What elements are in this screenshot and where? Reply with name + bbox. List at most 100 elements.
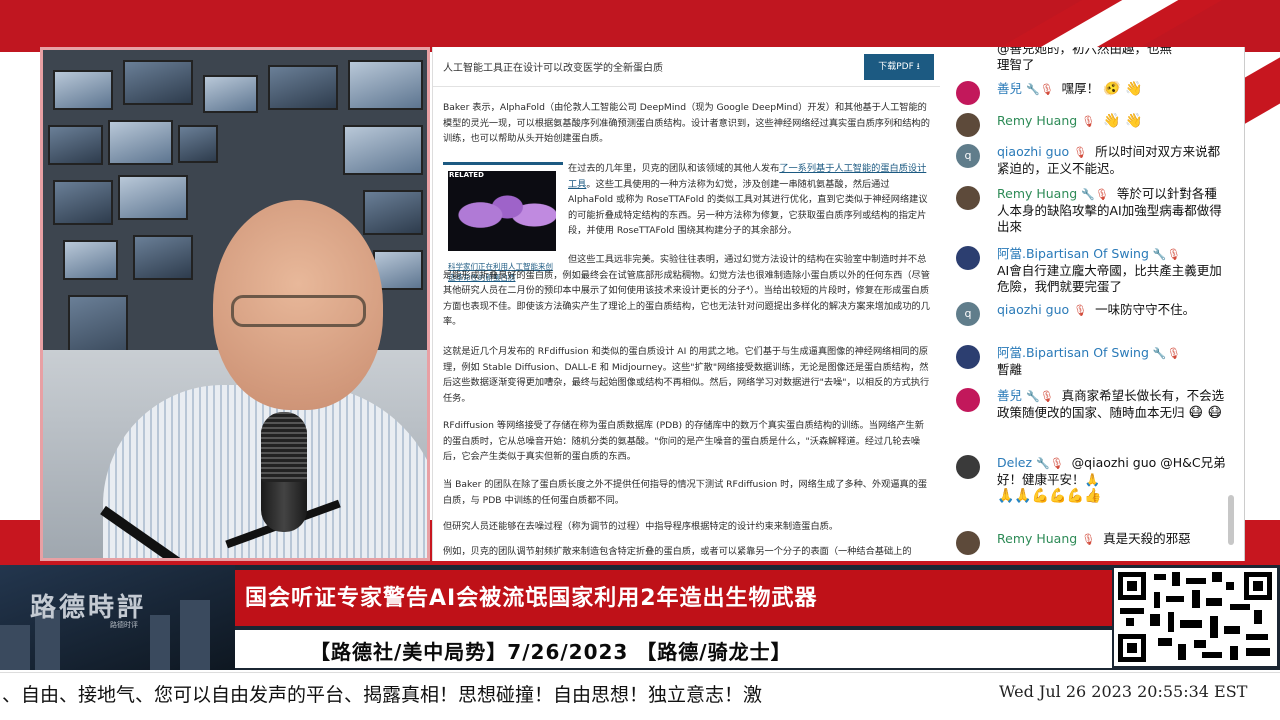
mic-badge-icon: 🎙 — [1073, 304, 1088, 317]
moderator-wrench-icon: 🔧 — [1081, 188, 1095, 201]
background-monitor — [348, 60, 423, 110]
avatar[interactable] — [956, 345, 980, 369]
avatar[interactable]: q — [956, 302, 980, 326]
avatar[interactable] — [956, 531, 980, 555]
emoji: 😷 😷 — [1188, 405, 1223, 421]
background-monitor — [203, 75, 258, 113]
qr-module — [1178, 644, 1186, 660]
background-monitor — [53, 180, 113, 225]
avatar[interactable] — [956, 186, 980, 210]
chat-username[interactable]: qiaozhi guo — [997, 144, 1069, 159]
qr-module — [1224, 626, 1240, 634]
chat-text: @qiaozhi guo @H&C兄弟好！健康平安！🙏 — [997, 455, 1226, 487]
mic-badge-icon: 🎙 — [1081, 115, 1096, 128]
mic-badge-icon: 🎙 — [1049, 457, 1064, 470]
article-paragraph: Baker 表示，AlphaFold（由伦敦人工智能公司 DeepMind（现为… — [443, 102, 930, 144]
avatar[interactable] — [956, 113, 980, 137]
qr-module — [1166, 596, 1184, 602]
broadcast-clock: Wed Jul 26 2023 20:55:34 EST — [999, 682, 1248, 701]
chat-text: AI會自行建立龐大帝國，比共產主義更加危險，我們就要完蛋了 — [997, 263, 1222, 294]
qr-module — [1154, 592, 1160, 608]
moderator-wrench-icon: 🔧 — [1036, 457, 1050, 470]
chat-text: @善兒她的，初六然由趣，也無 理智了 — [997, 47, 1229, 73]
chat-text-line: @善兒她的，初六然由趣，也無 — [997, 47, 1173, 56]
qr-module — [1206, 598, 1222, 606]
chat-username[interactable]: 善兒 — [997, 388, 1022, 403]
background-monitor — [268, 65, 338, 110]
qr-module — [1202, 652, 1222, 658]
qr-module — [1168, 612, 1174, 632]
chat-username[interactable]: 阿當.Bipartisan Of Swing — [997, 246, 1149, 261]
background-monitor — [343, 125, 423, 175]
moderator-wrench-icon: 🔧 — [1152, 347, 1167, 360]
qr-module — [1154, 574, 1166, 580]
chat-text: 暫離 — [997, 362, 1023, 377]
host-glasses — [231, 295, 366, 327]
article-paragraph: RFdiffusion 等网络接受了存储在称为蛋白质数据库 (PDB) 的存储库… — [443, 420, 924, 462]
article-title: 人工智能工具正在设计可以改变医学的全新蛋白质 — [443, 63, 663, 74]
article-paragraph: 但研究人员还能够在去噪过程（称为调节的过程）中指导程序根据特定的设计约束来制造蛋… — [443, 521, 839, 532]
background-monitor — [48, 125, 103, 165]
download-pdf-button[interactable]: 下载PDF ⭳ — [864, 54, 934, 80]
article-paragraph: 但这些工具远非完美。实验往往表明，通过幻觉方法设计的结构在实验室中制造时并不总是… — [443, 254, 930, 327]
emoji: 👋 👋 — [1103, 113, 1143, 129]
moderator-wrench-icon: 🔧 — [1026, 390, 1040, 403]
chat-username[interactable]: Remy Huang — [997, 531, 1077, 546]
paragraph-text: 在过去的几年里，贝克的团队和该领域的其他人发布 — [568, 163, 780, 174]
background-monitor — [133, 235, 193, 280]
article-header: 人工智能工具正在设计可以改变医学的全新蛋白质 下载PDF ⭳ — [433, 47, 940, 87]
qr-module — [1254, 610, 1262, 624]
chat-username[interactable]: Delez — [997, 455, 1032, 470]
mic-badge-icon: 🎙 — [1073, 146, 1088, 159]
skyline-building — [150, 615, 170, 670]
chat-username[interactable]: 善兒 — [997, 81, 1022, 96]
qr-module — [1126, 618, 1134, 626]
qr-module — [1230, 604, 1250, 610]
mic-badge-icon: 🎙 — [1039, 83, 1054, 96]
background-monitor — [178, 125, 218, 163]
avatar[interactable]: q — [956, 144, 980, 168]
background-monitor — [63, 240, 118, 280]
article-paragraph: 在过去的几年里，贝克的团队和该领域的其他人发布了一系列基于人工智能的蛋白质设计工… — [568, 161, 933, 239]
chat-username[interactable]: qiaozhi guo — [997, 302, 1069, 317]
mic-badge-icon: 🎙 — [1094, 188, 1109, 201]
qr-module — [1192, 590, 1200, 608]
chat-username[interactable]: Remy Huang — [997, 186, 1077, 201]
qr-module — [1180, 620, 1202, 628]
chat-username[interactable]: 阿當.Bipartisan Of Swing — [997, 345, 1149, 360]
mic-badge-icon: 🎙 — [1039, 390, 1054, 403]
subline: 【路德社/美中局势】7/26/2023 【路德/骑龙士】 — [310, 640, 792, 664]
avatar[interactable] — [956, 388, 980, 412]
qr-module — [1226, 582, 1234, 590]
qr-module — [1150, 614, 1160, 626]
avatar[interactable] — [956, 81, 980, 105]
mic-badge-icon: 🎙 — [1166, 248, 1181, 261]
avatar[interactable] — [956, 246, 980, 270]
qr-finder — [1118, 572, 1146, 600]
article-paragraph: 当 Baker 的团队在除了蛋白质长度之外不提供任何指导的情况下测试 RFdif… — [443, 479, 928, 506]
live-chat-panel[interactable]: @善兒她的，初六然由趣，也無 理智了 善兒 🔧🎙 嘿厚！ 🫨 👋 Remy Hu… — [940, 47, 1245, 561]
chat-scrollbar[interactable] — [1228, 495, 1234, 545]
background-monitor — [363, 190, 423, 235]
show-logo: 路德時評 路德时评 — [0, 565, 235, 670]
qr-code[interactable] — [1114, 568, 1277, 666]
logo-text: 路德時評 — [30, 593, 147, 623]
qr-finder — [1118, 634, 1146, 662]
host-webcam — [40, 47, 430, 561]
qr-finder — [1244, 572, 1272, 600]
avatar[interactable] — [956, 455, 980, 479]
qr-module — [1186, 578, 1206, 584]
qr-module — [1246, 648, 1270, 656]
chat-text: 一味防守守不住。 — [1095, 302, 1196, 317]
qr-module — [1158, 638, 1172, 646]
background-monitor — [108, 120, 173, 165]
qr-module — [1194, 640, 1206, 648]
article-panel[interactable]: 人工智能工具正在设计可以改变医学的全新蛋白质 下载PDF ⭳ Baker 表示，… — [432, 47, 940, 561]
qr-module — [1212, 572, 1222, 582]
headline: 国会听证专家警告AI会被流氓国家利用2年造出生物武器 — [245, 586, 818, 611]
chat-username[interactable]: Remy Huang — [997, 113, 1077, 128]
mic-badge-icon: 🎙 — [1166, 347, 1181, 360]
moderator-wrench-icon: 🔧 — [1152, 248, 1167, 261]
qr-module — [1246, 634, 1268, 640]
related-thumbnail[interactable] — [448, 171, 556, 251]
